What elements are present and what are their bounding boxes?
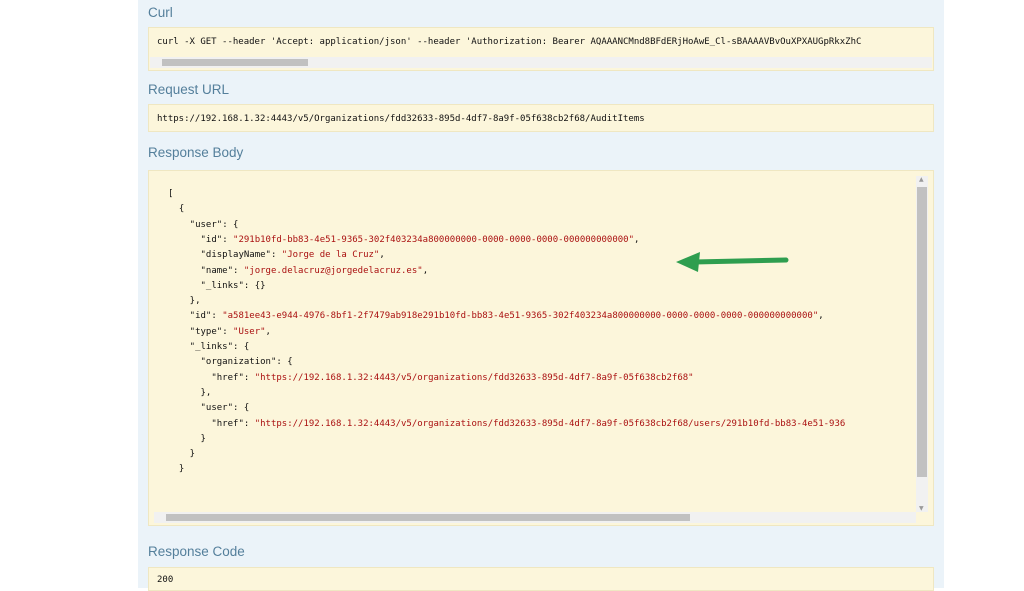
- response-body-horizontal-scrollbar[interactable]: ◀ ▶: [154, 512, 916, 525]
- json-token: "user": [168, 403, 234, 414]
- response-body-box[interactable]: [ { "user": { "id": "291b10fd-bb83-4e51-…: [148, 170, 934, 526]
- json-line: "href": "https://192.168.1.32:4443/v5/or…: [168, 372, 694, 383]
- response-body-vertical-scrollbar[interactable]: ▲ ▼: [916, 176, 928, 512]
- json-token: }: [168, 464, 185, 475]
- json-line: [: [168, 189, 173, 199]
- json-token: : {}: [243, 280, 266, 291]
- response-code-text: 200: [157, 575, 174, 585]
- json-token: {: [168, 204, 185, 215]
- scroll-left-arrow-icon[interactable]: ◀: [153, 67, 158, 70]
- json-token: :: [233, 265, 244, 276]
- json-token: ,: [265, 326, 271, 337]
- curl-command-box[interactable]: curl -X GET --header 'Accept: applicatio…: [148, 27, 934, 71]
- json-token: "user": [168, 219, 223, 230]
- json-token: : {: [222, 219, 239, 230]
- json-token: :: [222, 234, 234, 245]
- request-url-text: https://192.168.1.32:4443/v5/Organizatio…: [157, 114, 645, 124]
- json-token: "name": [168, 265, 234, 276]
- curl-scrollbar-thumb[interactable]: [162, 59, 308, 66]
- json-token: ,: [818, 311, 824, 322]
- json-token: },: [168, 387, 212, 398]
- json-line: },: [168, 387, 212, 398]
- json-line: "href": "https://192.168.1.32:4443/v5/or…: [168, 419, 845, 429]
- json-token: : {: [233, 342, 250, 352]
- json-line: }: [168, 434, 206, 444]
- annotation-arrow-icon: [676, 252, 789, 272]
- json-string-value: "User": [233, 326, 266, 337]
- json-line: },: [168, 296, 201, 306]
- json-string-value: "jorge.delacruz@jorgedelacruz.es": [243, 265, 423, 276]
- json-token: "_links": [168, 280, 244, 291]
- json-line: "id": "a581ee43-e944-4976-8bf1-2f7479ab9…: [168, 311, 824, 321]
- response-body-json: [ { "user": { "id": "291b10fd-bb83-4e51-…: [168, 189, 913, 509]
- curl-heading: Curl: [148, 5, 173, 20]
- json-token: "id": [168, 311, 212, 322]
- json-line: }: [168, 464, 184, 474]
- scroll-left-arrow-icon[interactable]: ◀: [157, 522, 162, 525]
- scroll-down-arrow-icon[interactable]: ▼: [919, 503, 924, 514]
- response-code-box[interactable]: 200: [148, 567, 934, 591]
- json-token: "href": [168, 372, 244, 383]
- json-token: :: [222, 326, 234, 337]
- json-token: :: [270, 250, 282, 261]
- json-line: {: [168, 204, 184, 214]
- json-token: ,: [634, 234, 640, 245]
- json-line: "displayName": "Jorge de la Cruz",: [168, 250, 385, 260]
- json-token: }: [168, 449, 196, 460]
- response-body-heading: Response Body: [148, 145, 244, 160]
- json-token: "type": [168, 326, 223, 337]
- curl-command-text: curl -X GET --header 'Accept: applicatio…: [157, 37, 862, 47]
- json-string-value: "a581ee43-e944-4976-8bf1-2f7479ab918e291…: [222, 311, 819, 322]
- response-code-heading: Response Code: [148, 544, 245, 559]
- response-hscroll-thumb[interactable]: [166, 514, 690, 521]
- json-token: "organization": [168, 357, 277, 368]
- response-vscroll-thumb[interactable]: [917, 187, 927, 477]
- json-token: "displayName": [168, 250, 271, 261]
- json-token: }: [168, 433, 206, 444]
- json-line: "user": {: [168, 219, 239, 230]
- request-url-heading: Request URL: [148, 82, 230, 97]
- json-token: : {: [233, 403, 250, 414]
- json-token: "href": [168, 418, 244, 429]
- scroll-up-arrow-icon[interactable]: ▲: [919, 174, 924, 185]
- json-line: "user": {: [168, 403, 250, 414]
- json-line: "name": "jorge.delacruz@jorgedelacruz.es…: [168, 265, 429, 276]
- json-token: [: [168, 189, 174, 199]
- json-token: :: [211, 311, 223, 322]
- json-token: : {: [276, 357, 293, 368]
- json-token: :: [243, 418, 255, 429]
- request-url-box[interactable]: https://192.168.1.32:4443/v5/Organizatio…: [148, 104, 934, 132]
- json-line: "organization": {: [168, 357, 293, 367]
- json-token: ,: [379, 250, 385, 261]
- json-token: ,: [422, 265, 429, 276]
- json-token: "_links": [168, 342, 234, 352]
- json-line: "type": "User",: [168, 327, 271, 337]
- json-token: :: [243, 372, 255, 383]
- json-line: }: [168, 449, 195, 459]
- json-string-value: "291b10fd-bb83-4e51-9365-302f403234a8000…: [233, 234, 634, 245]
- json-line: "_links": {: [168, 342, 250, 352]
- json-line: "id": "291b10fd-bb83-4e51-9365-302f40323…: [168, 234, 640, 245]
- json-token: },: [168, 296, 201, 307]
- json-string-value: "Jorge de la Cruz": [281, 250, 380, 261]
- json-token: "id": [168, 234, 223, 245]
- curl-horizontal-scrollbar[interactable]: ◀ ▶: [150, 57, 932, 70]
- json-string-value: "https://192.168.1.32:4443/v5/organizati…: [254, 372, 694, 383]
- json-line: "_links": {}: [168, 281, 266, 291]
- json-string-value: "https://192.168.1.32:4443/v5/organizati…: [254, 418, 846, 429]
